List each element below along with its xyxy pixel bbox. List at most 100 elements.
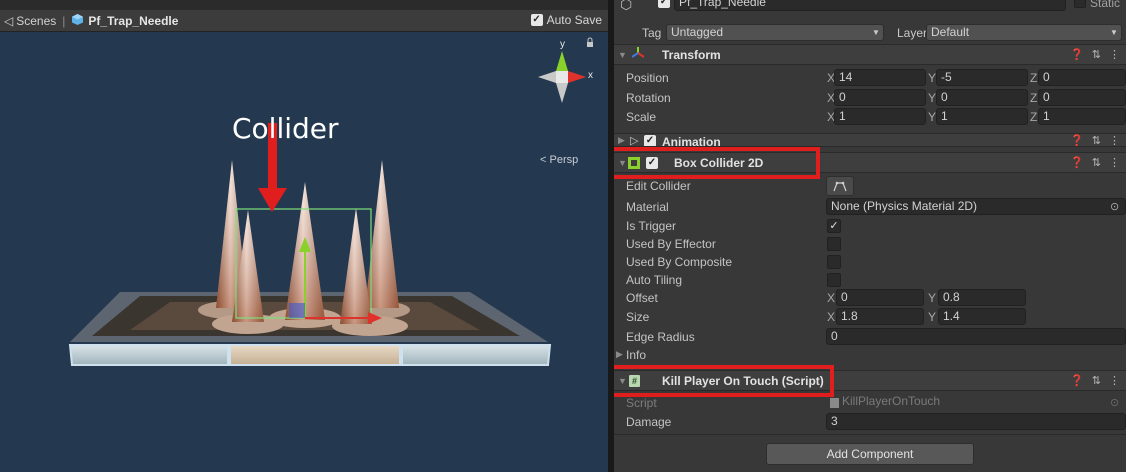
static-checkbox[interactable]: [1074, 0, 1086, 8]
box-collider-help-icon[interactable]: ❓: [1070, 156, 1084, 169]
persp-toggle[interactable]: < Persp: [540, 154, 578, 166]
used-by-effector-checkbox[interactable]: [827, 236, 841, 251]
edge-radius-row: Edge Radius 0: [614, 327, 1126, 346]
animation-title: Animation: [662, 135, 721, 147]
position-label: Position: [626, 70, 669, 85]
object-active-checkbox[interactable]: ✓: [658, 0, 670, 8]
position-y-field[interactable]: -5: [936, 69, 1028, 86]
position-z-label[interactable]: Z: [1030, 71, 1037, 85]
animation-enabled-checkbox[interactable]: ✓: [644, 135, 656, 146]
breadcrumb: ◁ Scenes | Pf_Trap_Needle: [4, 13, 178, 29]
transform-fold-icon[interactable]: ▼: [618, 50, 627, 60]
edge-radius-field[interactable]: 0: [826, 328, 1126, 345]
autosave-label: Auto Save: [546, 13, 602, 27]
layer-chevron-down-icon: ▼: [1110, 28, 1118, 37]
static-label: Static: [1090, 0, 1121, 10]
scale-x-field[interactable]: 1: [834, 108, 926, 125]
size-label: Size: [626, 309, 650, 324]
animation-kebab-icon[interactable]: ⋮: [1109, 134, 1120, 147]
auto-tiling-row: Auto Tiling: [614, 270, 1126, 289]
scene-top-strip: [0, 0, 608, 10]
is-trigger-checkbox[interactable]: ✓: [827, 218, 841, 233]
script-row: Script KillPlayerOnTouch ⊙: [614, 393, 1126, 412]
edit-collider-button[interactable]: [826, 176, 854, 196]
scale-y-label[interactable]: Y: [928, 110, 936, 124]
animation-actions: ❓ ⇅ ⋮: [1070, 134, 1120, 147]
used-by-composite-checkbox[interactable]: [827, 254, 841, 269]
offset-label: Offset: [626, 290, 658, 305]
edit-collider-label: Edit Collider: [626, 179, 691, 193]
kebab-menu-icon[interactable]: ⋮: [1109, 48, 1120, 61]
autosave-checkbox[interactable]: ✓: [530, 14, 543, 26]
offset-x-label[interactable]: X: [827, 291, 835, 305]
layer-dropdown[interactable]: Default: [926, 24, 1122, 41]
position-row: Position X 14 Y -5 Z 0: [614, 68, 1126, 87]
offset-y-field[interactable]: 0.8: [938, 289, 1026, 306]
is-trigger-row: Is Trigger ✓: [614, 216, 1126, 235]
damage-field[interactable]: 3: [826, 413, 1126, 430]
object-header: ⬡ ✓ Pf_Trap_Needle Static: [614, 0, 1126, 12]
rotation-y-label[interactable]: Y: [928, 91, 936, 105]
size-y-field[interactable]: 1.4: [938, 308, 1026, 325]
add-component-button[interactable]: Add Component: [766, 443, 974, 465]
kill-script-kebab-icon[interactable]: ⋮: [1109, 374, 1120, 387]
persp-icon: <: [540, 154, 547, 166]
box-collider-preset-icon[interactable]: ⇅: [1092, 156, 1101, 169]
position-y-label[interactable]: Y: [928, 71, 936, 85]
used-by-effector-row: Used By Effector: [614, 234, 1126, 253]
size-x-field[interactable]: 1.8: [836, 308, 924, 325]
rotation-z-label[interactable]: Z: [1030, 91, 1037, 105]
rotation-z-field[interactable]: 0: [1038, 89, 1126, 106]
scale-z-field[interactable]: 1: [1038, 108, 1126, 125]
scene-canvas[interactable]: Collider y x < Persp: [0, 32, 608, 472]
animation-icon: ▷: [630, 135, 639, 147]
animation-header[interactable]: ▶ ▷ ✓ Animation ❓ ⇅ ⋮: [614, 133, 1126, 147]
back-arrow-icon[interactable]: ◁: [4, 14, 13, 28]
auto-tiling-checkbox[interactable]: [827, 272, 841, 287]
autosave-toggle[interactable]: ✓ Auto Save: [530, 13, 602, 27]
layer-label: Layer: [897, 25, 928, 40]
script-picker-icon: ⊙: [1110, 397, 1120, 409]
gizmo-y-label: y: [560, 39, 565, 50]
animation-fold-icon[interactable]: ▶: [618, 135, 625, 146]
breadcrumb-root[interactable]: Scenes: [16, 14, 56, 28]
tag-label: Tag: [642, 25, 662, 40]
preset-icon[interactable]: ⇅: [1092, 48, 1101, 61]
position-z-field[interactable]: 0: [1038, 69, 1126, 86]
info-row[interactable]: ▶ Info: [614, 345, 1126, 364]
scene-toolbar: ◁ Scenes | Pf_Trap_Needle ✓ Auto Save: [0, 10, 608, 32]
rotation-y-field[interactable]: 0: [936, 89, 1028, 106]
offset-y-label[interactable]: Y: [928, 291, 936, 305]
object-picker-icon[interactable]: ⊙: [1110, 200, 1119, 213]
animation-help-icon[interactable]: ❓: [1070, 134, 1084, 147]
scale-y-field[interactable]: 1: [936, 108, 1028, 125]
kill-script-preset-icon[interactable]: ⇅: [1092, 374, 1101, 387]
transform-header[interactable]: ▼ Transform ❓ ⇅ ⋮: [614, 44, 1126, 65]
position-x-field[interactable]: 14: [834, 69, 926, 86]
info-fold-icon[interactable]: ▶: [616, 349, 623, 360]
offset-x-field[interactable]: 0: [836, 289, 924, 306]
material-field[interactable]: None (Physics Material 2D): [826, 198, 1126, 215]
damage-label: Damage: [626, 414, 672, 429]
box-collider-actions: ❓ ⇅ ⋮: [1070, 156, 1120, 169]
box-collider-kebab-icon[interactable]: ⋮: [1109, 156, 1120, 169]
object-name-field[interactable]: Pf_Trap_Needle: [674, 0, 1066, 11]
animation-preset-icon[interactable]: ⇅: [1092, 134, 1101, 147]
tag-layer-row: Tag Untagged ▼ Layer Default ▼: [614, 23, 1126, 42]
size-y-label[interactable]: Y: [928, 310, 936, 324]
rotation-x-field[interactable]: 0: [834, 89, 926, 106]
persp-label: Persp: [549, 154, 579, 166]
help-icon[interactable]: ❓: [1070, 48, 1084, 61]
size-x-label[interactable]: X: [827, 310, 835, 324]
prefab-cube-icon: [71, 13, 84, 29]
info-label[interactable]: Info: [626, 348, 646, 362]
gizmo-x-label: x: [588, 70, 593, 81]
scale-z-label[interactable]: Z: [1030, 110, 1037, 124]
breadcrumb-object[interactable]: Pf_Trap_Needle: [88, 14, 178, 28]
rotation-label: Rotation: [626, 90, 671, 105]
kill-script-help-icon[interactable]: ❓: [1070, 374, 1084, 387]
material-label: Material: [626, 199, 669, 214]
scene-view[interactable]: ◁ Scenes | Pf_Trap_Needle ✓ Auto Save Co…: [0, 0, 608, 472]
tag-dropdown[interactable]: Untagged: [666, 24, 884, 41]
offset-row: Offset X 0 Y 0.8: [614, 288, 1126, 307]
